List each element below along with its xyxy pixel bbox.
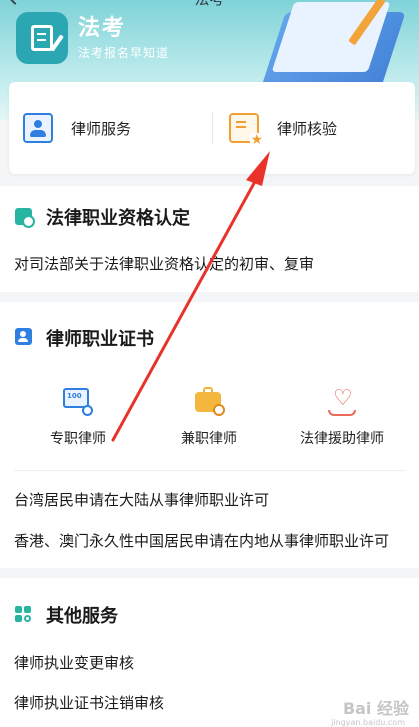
- divider: [14, 470, 405, 471]
- exam-doc-icon: [16, 12, 68, 64]
- list-item[interactable]: 香港、澳门永久性中国居民申请在内地从事律师职业许可: [14, 530, 410, 551]
- quick-links-card: 律师服务 律师核验: [9, 82, 415, 174]
- certificate-badge-icon: 100: [61, 386, 95, 416]
- lawyer-service-icon: [23, 113, 53, 143]
- watermark-sub: jingyan.baidu.com: [331, 718, 405, 727]
- section-certificate: 律师职业证书 100 专职律师 兼职律师 ♡ 法律援助律师 台湾居民申请在大陆从…: [0, 302, 419, 568]
- legal-aid-lawyer-button[interactable]: ♡ 法律援助律师: [292, 386, 392, 448]
- divider: [212, 112, 213, 144]
- fulltime-lawyer-button[interactable]: 100 专职律师: [28, 386, 128, 448]
- grid-label: 专职律师: [50, 431, 106, 447]
- grid-label: 法律援助律师: [300, 431, 384, 447]
- section-other-services: 其他服务 律师执业变更审核 律师执业证书注销审核 Bai 经验 jingyan.…: [0, 578, 419, 727]
- section-title: 法律职业资格认定: [46, 208, 190, 229]
- parttime-lawyer-button[interactable]: 兼职律师: [159, 386, 259, 448]
- briefcase-clock-icon: [192, 386, 226, 416]
- section-qualification: 法律职业资格认定 对司法部关于法律职业资格认定的初审、复审: [0, 186, 419, 292]
- section-title: 其他服务: [46, 606, 118, 627]
- lawyer-verify-label: 律师核验: [277, 119, 338, 138]
- section-title: 律师职业证书: [46, 329, 154, 350]
- grid-label: 兼职律师: [181, 431, 237, 447]
- list-item[interactable]: 律师执业变更审核: [14, 652, 410, 673]
- grid-search-icon: [15, 606, 32, 623]
- lawyer-verify-icon: [229, 113, 263, 147]
- banner-subtitle: 法考报名早知道: [78, 46, 170, 60]
- lawyer-service-label: 律师服务: [71, 119, 132, 138]
- certificate-icon: [15, 328, 32, 345]
- banner-title: 法考: [78, 16, 127, 41]
- list-item[interactable]: 对司法部关于法律职业资格认定的初审、复审: [14, 253, 410, 274]
- list-item[interactable]: 台湾居民申请在大陆从事律师职业许可: [14, 489, 410, 510]
- watermark: Bai 经验: [342, 699, 409, 718]
- lawyer-verify-link[interactable]: 律师核验: [229, 82, 337, 174]
- heart-hand-icon: ♡: [325, 386, 359, 416]
- lawyer-service-link[interactable]: 律师服务: [23, 82, 131, 174]
- qualification-icon: [15, 208, 35, 228]
